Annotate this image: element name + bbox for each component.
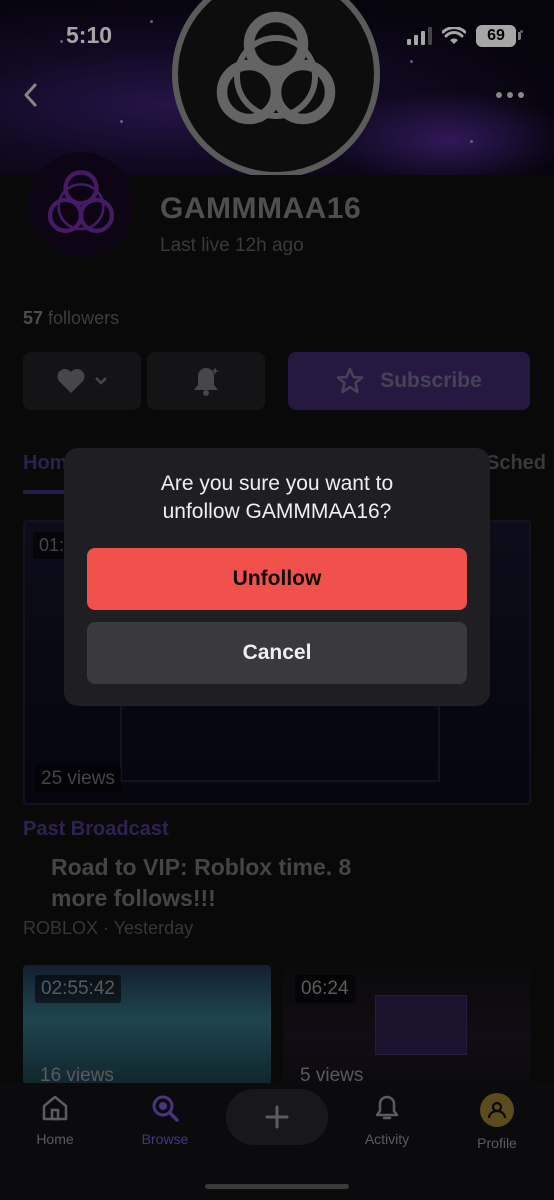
bottom-nav: Home Browse Activity Profile — [0, 1083, 554, 1200]
nav-home[interactable]: Home — [10, 1093, 100, 1147]
nav-browse-label: Browse — [141, 1131, 189, 1147]
nav-browse[interactable]: Browse — [120, 1093, 210, 1147]
unfollow-dialog: Are you sure you want to unfollow GAMMMA… — [64, 448, 490, 706]
nav-home-label: Home — [36, 1131, 74, 1147]
home-icon — [42, 1095, 68, 1121]
nav-profile-label: Profile — [477, 1135, 517, 1151]
plus-icon — [265, 1105, 289, 1129]
profile-avatar-icon — [480, 1093, 514, 1127]
cancel-button[interactable]: Cancel — [87, 622, 467, 684]
unfollow-button[interactable]: Unfollow — [87, 548, 467, 610]
create-button[interactable] — [226, 1089, 328, 1145]
search-icon — [152, 1095, 179, 1122]
home-indicator — [205, 1184, 349, 1189]
bell-icon — [375, 1095, 399, 1120]
nav-profile[interactable]: Profile — [452, 1093, 542, 1151]
nav-activity-label: Activity — [364, 1131, 410, 1147]
nav-activity[interactable]: Activity — [342, 1093, 432, 1147]
dialog-message: Are you sure you want to unfollow GAMMMA… — [160, 472, 394, 523]
